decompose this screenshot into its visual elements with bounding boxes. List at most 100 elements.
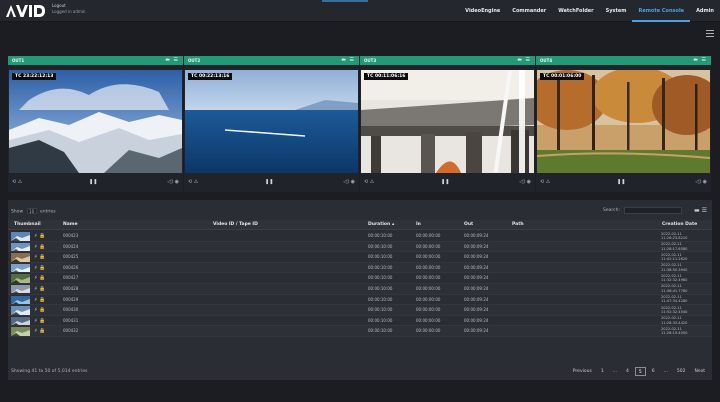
col-creation-date[interactable]: Creation Date bbox=[662, 222, 697, 227]
col-video-id[interactable]: Video ID / Tape ID bbox=[213, 222, 258, 227]
row-thumbnail[interactable] bbox=[11, 263, 30, 273]
row-out: 00:00:09:24 bbox=[464, 243, 489, 249]
menu-icon[interactable] bbox=[706, 30, 714, 38]
nav-watchfolder[interactable]: WatchFolder bbox=[552, 0, 599, 22]
col-thumbnail[interactable]: Thumbnail bbox=[14, 222, 41, 227]
table-row[interactable]: ⚡ 🔒 000424 00:00:10:00 00:00:00:00 00:00:09:… bbox=[8, 241, 712, 253]
pager-next[interactable]: Next bbox=[692, 367, 708, 376]
row-duration: 00:00:10:00 bbox=[368, 317, 393, 323]
col-duration[interactable]: Duration bbox=[368, 222, 390, 227]
row-thumbnail[interactable] bbox=[11, 316, 30, 326]
nav-system[interactable]: System bbox=[600, 0, 633, 22]
search-input[interactable] bbox=[624, 207, 682, 214]
panel-menu-icon[interactable]: ▬ ☰ bbox=[693, 57, 707, 63]
panel-menu-icon[interactable]: ▬ ☰ bbox=[517, 57, 531, 63]
col-in[interactable]: In bbox=[416, 222, 421, 227]
row-action-icons[interactable]: ⚡ 🔒 bbox=[34, 275, 45, 281]
table-row[interactable]: ⚡ 🔒 000426 00:00:10:00 00:00:00:00 00:00:09:… bbox=[8, 262, 712, 274]
loop-warning-icons[interactable]: ⟲ ⚠ bbox=[364, 179, 374, 185]
nav-admin[interactable]: Admin bbox=[690, 0, 720, 22]
nav-commander[interactable]: Commander bbox=[506, 0, 552, 22]
row-thumbnail[interactable] bbox=[11, 306, 30, 315]
row-thumbnail[interactable] bbox=[11, 295, 30, 305]
row-creation-date: 2022-02-11 11:42:11.2620 bbox=[661, 252, 688, 262]
pager-page[interactable]: 502 bbox=[674, 367, 689, 376]
row-thumbnail[interactable] bbox=[11, 274, 30, 283]
volume-eye-icons[interactable]: ◁) ◉ bbox=[519, 179, 531, 185]
table-row[interactable]: ⚡ 🔒 000432 00:00:10:00 00:00:00:00 00:00:09:… bbox=[8, 326, 712, 337]
row-action-icons[interactable]: ⚡ 🔒 bbox=[34, 244, 45, 250]
nav-videoengine[interactable]: VideoEngine bbox=[459, 0, 506, 22]
panel-menu-icon[interactable]: ▬ ☰ bbox=[165, 57, 179, 63]
loop-warning-icons[interactable]: ⟲ ⚠ bbox=[540, 179, 550, 185]
row-name: 000429 bbox=[63, 296, 79, 302]
pager-page[interactable]: 1 bbox=[598, 367, 607, 376]
row-creation-date: 2022-02-11 11:38:50.3940 bbox=[661, 263, 688, 272]
table-row[interactable]: ⚡ 🔒 000431 00:00:10:00 00:00:00:00 00:00:09:… bbox=[8, 316, 712, 327]
row-thumbnail[interactable] bbox=[11, 327, 30, 336]
video-preview[interactable]: TC 00:11:06:16 bbox=[361, 70, 534, 173]
pager-page[interactable]: 5 bbox=[634, 367, 646, 376]
pause-icon[interactable]: ❚❚ bbox=[617, 179, 625, 185]
row-action-icons[interactable]: ⚡ 🔒 bbox=[34, 233, 45, 239]
row-in: 00:00:00:00 bbox=[416, 254, 441, 260]
pause-icon[interactable]: ❚❚ bbox=[89, 179, 97, 185]
output-panel-3: OUT3 ▬ ☰ TC 00:11:06:16 ⟲ ⚠ ❚❚ ◁) ◉ bbox=[360, 56, 535, 192]
row-out: 00:00:09:24 bbox=[464, 317, 489, 323]
row-in: 00:00:00:00 bbox=[416, 264, 441, 270]
table-view-icons[interactable]: ▬ ☰ bbox=[694, 207, 707, 214]
col-path[interactable]: Path bbox=[512, 222, 524, 227]
row-action-icons[interactable]: ⚡ 🔒 bbox=[34, 297, 45, 303]
row-action-icons[interactable]: ⚡ 🔒 bbox=[34, 286, 45, 292]
pager-page[interactable]: 4 bbox=[623, 367, 632, 376]
row-in: 00:00:00:00 bbox=[416, 243, 441, 249]
panel-name: OUT3 bbox=[364, 58, 377, 63]
row-thumbnail[interactable] bbox=[11, 232, 30, 241]
video-preview[interactable]: TC 00:01:06:00 bbox=[537, 70, 710, 173]
row-duration: 00:00:10:00 bbox=[368, 307, 393, 313]
sort-asc-icon: ▴ bbox=[392, 222, 395, 227]
pagination: Previous 1... 4 5 6... 502 Next bbox=[570, 367, 708, 376]
volume-eye-icons[interactable]: ◁) ◉ bbox=[343, 179, 355, 185]
table-row[interactable]: ⚡ 🔒 000423 00:00:10:00 00:00:00:00 00:00:09:… bbox=[8, 231, 712, 242]
row-action-icons[interactable]: ⚡ 🔒 bbox=[34, 265, 45, 271]
col-name[interactable]: Name bbox=[63, 222, 78, 227]
table-row[interactable]: ⚡ 🔒 000430 00:00:10:00 00:00:00:00 00:00:09:… bbox=[8, 305, 712, 316]
row-action-icons[interactable]: ⚡ 🔒 bbox=[34, 318, 45, 324]
row-in: 00:00:00:00 bbox=[416, 328, 441, 334]
row-thumbnail[interactable] bbox=[11, 242, 30, 252]
video-preview[interactable]: TC 00:22:13:16 bbox=[185, 70, 358, 173]
entries-select[interactable]: 10 bbox=[26, 208, 37, 214]
panel-header: OUT4 ▬ ☰ bbox=[536, 56, 711, 65]
nav-remote-console[interactable]: Remote Console bbox=[632, 0, 691, 22]
row-thumbnail[interactable] bbox=[11, 253, 30, 262]
pause-icon[interactable]: ❚❚ bbox=[265, 179, 273, 185]
row-thumbnail[interactable] bbox=[11, 284, 30, 294]
panel-menu-icon[interactable]: ▬ ☰ bbox=[341, 57, 355, 63]
volume-eye-icons[interactable]: ◁) ◉ bbox=[695, 179, 707, 185]
table-row[interactable]: ⚡ 🔒 000427 00:00:10:00 00:00:00:00 00:00:09:… bbox=[8, 273, 712, 284]
table-row[interactable]: ⚡ 🔒 000429 00:00:10:00 00:00:00:00 00:00:09:… bbox=[8, 295, 712, 306]
row-action-icons[interactable]: ⚡ 🔒 bbox=[34, 254, 45, 260]
pause-icon[interactable]: ❚❚ bbox=[441, 179, 449, 185]
volume-eye-icons[interactable]: ◁) ◉ bbox=[167, 179, 179, 185]
loop-warning-icons[interactable]: ⟲ ⚠ bbox=[12, 179, 22, 185]
row-creation-date: 2022-02-11 11:28:19.4050 bbox=[661, 326, 688, 336]
row-name: 000428 bbox=[63, 285, 79, 291]
row-action-icons[interactable]: ⚡ 🔒 bbox=[34, 328, 45, 334]
timecode: TC 00:22:13:16 bbox=[188, 73, 233, 80]
entries-selector: Show 10 entries bbox=[11, 208, 56, 215]
loop-warning-icons[interactable]: ⟲ ⚠ bbox=[188, 179, 198, 185]
row-action-icons[interactable]: ⚡ 🔒 bbox=[34, 307, 45, 313]
avid-logo[interactable] bbox=[6, 4, 46, 18]
pager-previous[interactable]: Previous bbox=[570, 367, 595, 376]
row-creation-date: 2022-02-11 11:32:32.4980 bbox=[661, 273, 688, 283]
panel-name: OUT4 bbox=[540, 58, 553, 63]
table-row[interactable]: ⚡ 🔒 000425 00:00:10:00 00:00:00:00 00:00:09:… bbox=[8, 252, 712, 263]
row-out: 00:00:09:24 bbox=[464, 307, 489, 313]
pager-page[interactable]: 6 bbox=[649, 367, 658, 376]
col-out[interactable]: Out bbox=[464, 222, 473, 227]
table-row[interactable]: ⚡ 🔒 000428 00:00:10:00 00:00:00:00 00:00:09:… bbox=[8, 283, 712, 295]
video-preview[interactable]: TC 23:22:12:13 bbox=[9, 70, 182, 173]
search-label: Search: bbox=[603, 208, 620, 213]
